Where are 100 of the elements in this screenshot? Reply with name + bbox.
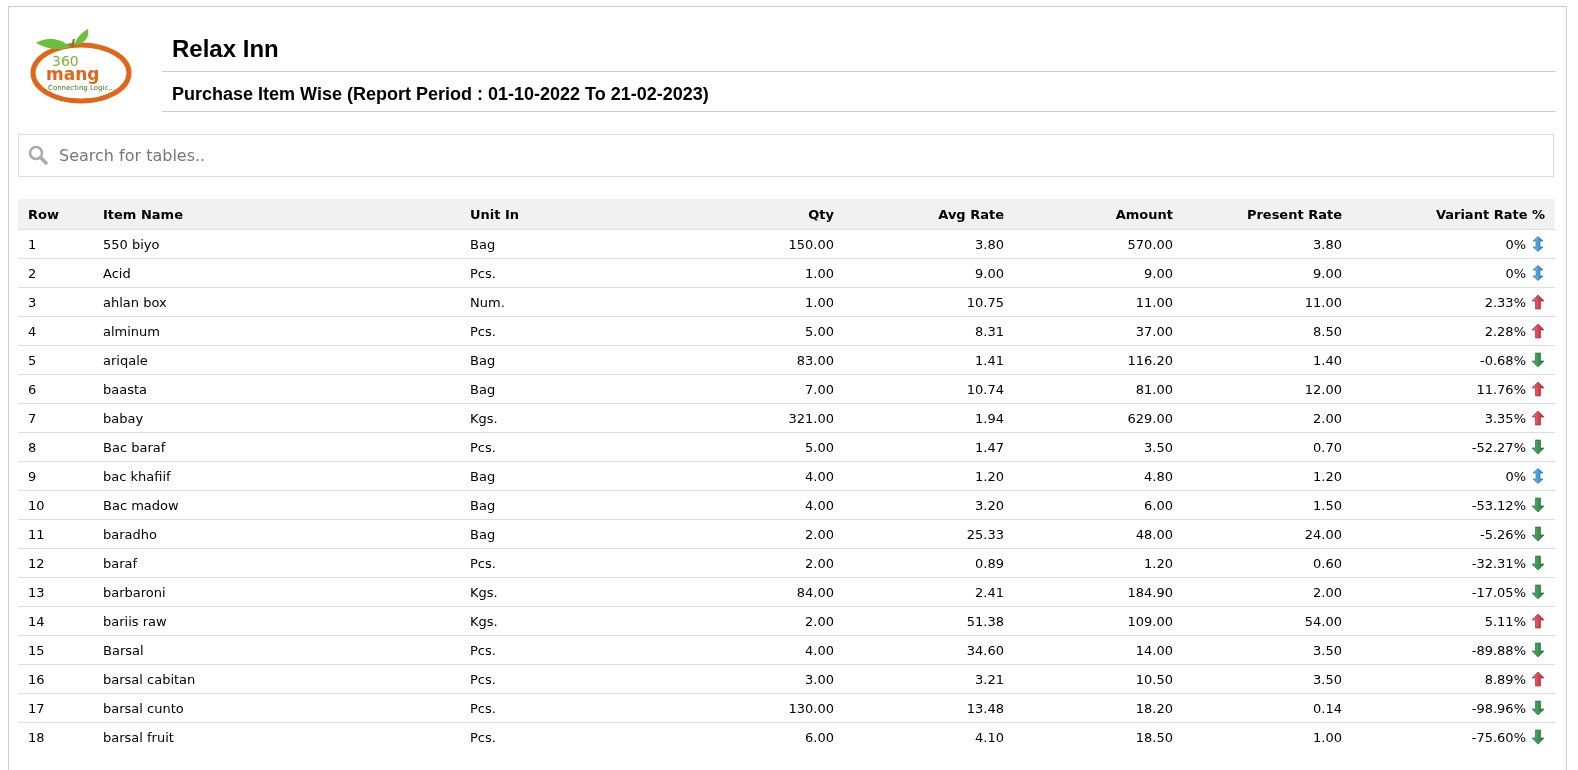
table-cell: 48.00 <box>1014 519 1183 549</box>
table-cell: 184.90 <box>1014 577 1183 607</box>
table-cell: 2.00 <box>680 519 844 549</box>
table-cell: Pcs. <box>460 693 680 723</box>
table-cell: 1.94 <box>844 403 1014 433</box>
table-cell: Barsal <box>93 635 460 665</box>
variant-rate-text: 0% <box>1505 236 1526 252</box>
table-cell: 15 <box>18 635 93 665</box>
table-cell: 116.20 <box>1014 345 1183 375</box>
down-arrow-icon <box>1531 555 1545 571</box>
table-cell: 84.00 <box>680 577 844 607</box>
column-header: Variant Rate % <box>1352 199 1555 230</box>
table-cell: 2.00 <box>680 548 844 578</box>
table-cell: barsal cabitan <box>93 664 460 694</box>
down-arrow-icon <box>1531 439 1545 455</box>
table-cell: 1.50 <box>1183 490 1352 520</box>
table-cell: 1.00 <box>680 287 844 317</box>
table-cell: 14 <box>18 606 93 636</box>
table-cell: 109.00 <box>1014 606 1183 636</box>
up-down-arrow-icon <box>1531 265 1545 281</box>
table-cell: 9.00 <box>1014 258 1183 288</box>
table-cell: Kgs. <box>460 403 680 433</box>
table-cell: 11.00 <box>1014 287 1183 317</box>
table-cell: 1.20 <box>1014 548 1183 578</box>
table-cell: 1.40 <box>1183 345 1352 375</box>
table-cell: Pcs. <box>460 316 680 346</box>
table-cell: 10 <box>18 490 93 520</box>
table-cell: 11 <box>18 519 93 549</box>
down-arrow-icon <box>1531 497 1545 513</box>
table-cell: 2.41 <box>844 577 1014 607</box>
table-cell: babay <box>93 403 460 433</box>
table-cell: 51.38 <box>844 606 1014 636</box>
variant-rate-text: -75.60% <box>1471 729 1526 745</box>
table-cell: 2.00 <box>680 606 844 636</box>
table-cell: 4.10 <box>844 722 1014 752</box>
table-cell: 150.00 <box>680 229 844 259</box>
table-cell: 6.00 <box>680 722 844 752</box>
table-cell: Num. <box>460 287 680 317</box>
table-cell: 0.14 <box>1183 693 1352 723</box>
table-cell: 5.00 <box>680 432 844 462</box>
table-cell: 0.60 <box>1183 548 1352 578</box>
table-cell: 3.50 <box>1014 432 1183 462</box>
table-cell: 83.00 <box>680 345 844 375</box>
up-arrow-icon <box>1531 381 1545 397</box>
table-cell: 25.33 <box>844 519 1014 549</box>
table-cell: 7 <box>18 403 93 433</box>
table-cell: 5 <box>18 345 93 375</box>
table-cell: 1.00 <box>680 258 844 288</box>
table-cell: Bag <box>460 490 680 520</box>
table-cell: 13 <box>18 577 93 607</box>
logo-wordmark: mang <box>46 66 100 83</box>
variant-rate-text: -17.05% <box>1471 584 1526 600</box>
table-cell: 1.41 <box>844 345 1014 375</box>
table-cell: Bag <box>460 229 680 259</box>
down-arrow-icon <box>1531 584 1545 600</box>
variant-rate-text: 2.28% <box>1484 323 1526 339</box>
table-cell: 4.00 <box>680 635 844 665</box>
column-header: Present Rate <box>1183 199 1352 230</box>
table-cell: 1.47 <box>844 432 1014 462</box>
variant-rate-text: -89.88% <box>1471 642 1526 658</box>
down-arrow-icon <box>1531 642 1545 658</box>
up-arrow-icon <box>1531 671 1545 687</box>
table-cell: 13.48 <box>844 693 1014 723</box>
table-cell: 570.00 <box>1014 229 1183 259</box>
table-cell: Bag <box>460 519 680 549</box>
down-arrow-icon <box>1531 729 1545 746</box>
table-cell: Pcs. <box>460 548 680 578</box>
table-cell: 5.00 <box>680 316 844 346</box>
table-cell: 18.50 <box>1014 722 1183 752</box>
table-cell: 54.00 <box>1183 606 1352 636</box>
variant-rate-text: -0.68% <box>1480 352 1526 368</box>
table-cell: bac khafiif <box>93 461 460 491</box>
variant-rate-text: -32.31% <box>1471 555 1526 571</box>
table-cell: 8 <box>18 432 93 462</box>
table-cell: 629.00 <box>1014 403 1183 433</box>
up-arrow-icon <box>1531 410 1545 426</box>
table-cell: baraf <box>93 548 460 578</box>
variant-rate-text: 5.11% <box>1484 613 1526 629</box>
search-field[interactable]: Search for tables.. <box>18 134 1554 177</box>
table-cell: 18.20 <box>1014 693 1183 723</box>
table-cell: 10.75 <box>844 287 1014 317</box>
up-arrow-icon <box>1531 613 1545 629</box>
table-cell: 0.89 <box>844 548 1014 578</box>
table-cell: bariis raw <box>93 606 460 636</box>
table-cell: 81.00 <box>1014 374 1183 404</box>
variant-rate-text: 3.35% <box>1484 410 1526 426</box>
table-cell: Pcs. <box>460 432 680 462</box>
table-cell: 4 <box>18 316 93 346</box>
table-cell: 1.20 <box>844 461 1014 491</box>
table-cell: 12 <box>18 548 93 578</box>
table-cell: 8.31 <box>844 316 1014 346</box>
table-cell: 6 <box>18 374 93 404</box>
table-cell: 3 <box>18 287 93 317</box>
search-icon <box>28 145 48 165</box>
column-header: Avg Rate <box>844 199 1014 230</box>
table-cell: 550 biyo <box>93 229 460 259</box>
variant-rate-text: 8.89% <box>1484 671 1526 687</box>
table-cell: 12.00 <box>1183 374 1352 404</box>
table-cell: baasta <box>93 374 460 404</box>
table-cell: 3.00 <box>680 664 844 694</box>
